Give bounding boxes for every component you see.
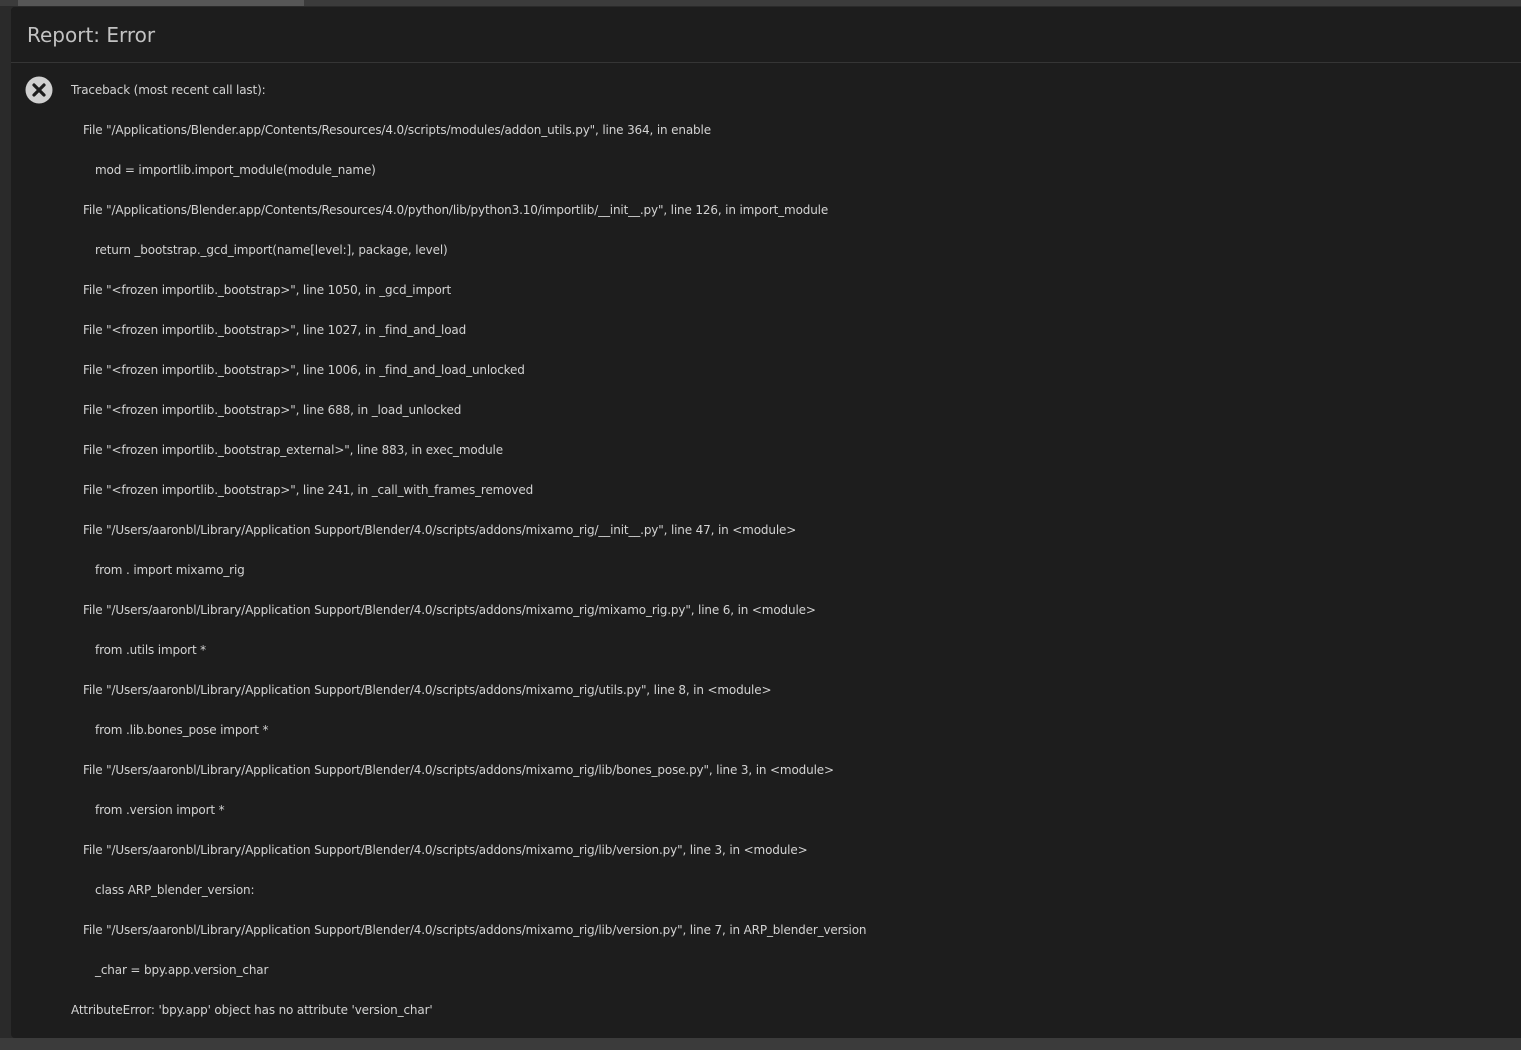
active-tab-indicator[interactable] bbox=[18, 0, 304, 6]
report-panel: Report: Error Traceback (most recent cal… bbox=[11, 7, 1521, 1038]
panel-header: Report: Error bbox=[11, 7, 1521, 63]
traceback-code-line: class ARP_blender_version: bbox=[95, 883, 255, 897]
traceback-file-line: File "/Users/aaronbl/Library/Application… bbox=[83, 763, 834, 777]
panel-title: Report: Error bbox=[27, 23, 156, 47]
traceback-file-line: File "<frozen importlib._bootstrap>", li… bbox=[83, 363, 525, 377]
traceback-file-line: File "/Applications/Blender.app/Contents… bbox=[83, 123, 711, 137]
traceback-code-line: from .lib.bones_pose import * bbox=[95, 723, 269, 737]
traceback-file-line: File "/Users/aaronbl/Library/Application… bbox=[83, 603, 816, 617]
traceback-code-line: _char = bpy.app.version_char bbox=[95, 963, 269, 977]
traceback-file-line: File "<frozen importlib._bootstrap>", li… bbox=[83, 403, 462, 417]
left-border bbox=[0, 6, 11, 1038]
bottom-border bbox=[0, 1038, 1521, 1050]
traceback-code-line: from .version import * bbox=[95, 803, 225, 817]
traceback-code-line: mod = importlib.import_module(module_nam… bbox=[95, 163, 376, 177]
traceback-code-line: return _bootstrap._gcd_import(name[level… bbox=[95, 243, 448, 257]
traceback-file-line: File "<frozen importlib._bootstrap>", li… bbox=[83, 323, 467, 337]
traceback-file-line: File "/Users/aaronbl/Library/Application… bbox=[83, 843, 808, 857]
traceback-file-line: File "/Users/aaronbl/Library/Application… bbox=[83, 523, 797, 537]
traceback-file-line: File "<frozen importlib._bootstrap>", li… bbox=[83, 283, 451, 297]
traceback-code-line: from .utils import * bbox=[95, 643, 207, 657]
traceback-header: Traceback (most recent call last): bbox=[71, 83, 266, 97]
traceback-file-line: File "/Users/aaronbl/Library/Application… bbox=[83, 683, 772, 697]
traceback-file-line: File "/Users/aaronbl/Library/Application… bbox=[83, 923, 867, 937]
top-tab-strip bbox=[0, 0, 1521, 6]
error-message: AttributeError: 'bpy.app' object has no … bbox=[71, 1003, 433, 1017]
traceback-file-line: File "<frozen importlib._bootstrap>", li… bbox=[83, 483, 534, 497]
traceback-code-line: from . import mixamo_rig bbox=[95, 563, 245, 577]
traceback-text: Traceback (most recent call last): File … bbox=[11, 71, 1521, 1031]
traceback-file-line: File "/Applications/Blender.app/Contents… bbox=[83, 203, 829, 217]
traceback-file-line: File "<frozen importlib._bootstrap_exter… bbox=[83, 443, 503, 457]
